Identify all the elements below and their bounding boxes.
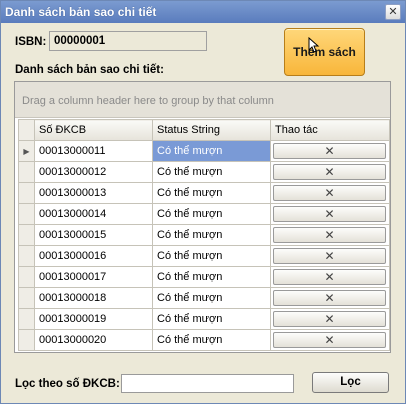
row-indicator[interactable]: ▶	[18, 140, 35, 162]
copies-table: Số ĐKCB Status String Thao tác ▶ 00013000…	[18, 119, 390, 351]
cell-action: ✕	[270, 245, 390, 267]
cell-status[interactable]: Có thể mượn	[152, 329, 271, 351]
row-indicator[interactable]	[18, 224, 35, 246]
row-indicator[interactable]	[18, 203, 35, 225]
window-title: Danh sách bản sao chi tiết	[5, 5, 157, 19]
cell-code[interactable]: 00013000012	[34, 161, 153, 183]
cell-status[interactable]: Có thể mượn	[152, 203, 271, 225]
cell-status[interactable]: Có thể mượn	[152, 308, 271, 330]
column-header-action[interactable]: Thao tác	[270, 119, 390, 141]
table-row[interactable]: 00013000020 Có thể mượn ✕	[18, 329, 390, 351]
delete-copy-button[interactable]: ✕	[273, 143, 386, 159]
cell-code[interactable]: 00013000017	[34, 266, 153, 288]
column-header-code[interactable]: Số ĐKCB	[34, 119, 153, 141]
delete-copy-button[interactable]: ✕	[273, 311, 386, 327]
table-row[interactable]: 00013000013 Có thể mượn ✕	[18, 182, 390, 204]
column-header-status[interactable]: Status String	[152, 119, 271, 141]
cell-code[interactable]: 00013000011	[34, 140, 153, 162]
cell-status[interactable]: Có thể mượn	[152, 140, 271, 162]
isbn-label: ISBN:	[15, 36, 47, 48]
table-row[interactable]: 00013000016 Có thể mượn ✕	[18, 245, 390, 267]
isbn-field: 00000001	[49, 31, 207, 51]
close-button[interactable]: ✕	[385, 4, 401, 20]
cell-status[interactable]: Có thể mượn	[152, 224, 271, 246]
cell-status[interactable]: Có thể mượn	[152, 245, 271, 267]
cell-status[interactable]: Có thể mượn	[152, 161, 271, 183]
cell-code[interactable]: 00013000020	[34, 329, 153, 351]
cell-code[interactable]: 00013000014	[34, 203, 153, 225]
row-indicator[interactable]	[18, 182, 35, 204]
cell-code[interactable]: 00013000019	[34, 308, 153, 330]
dialog-window: Danh sách bản sao chi tiết ✕ ISBN: 00000…	[0, 0, 406, 404]
delete-copy-button[interactable]: ✕	[273, 290, 386, 306]
cell-action: ✕	[270, 140, 390, 162]
table-row[interactable]: 00013000014 Có thể mượn ✕	[18, 203, 390, 225]
cell-action: ✕	[270, 308, 390, 330]
row-indicator[interactable]	[18, 161, 35, 183]
table-row[interactable]: 00013000019 Có thể mượn ✕	[18, 308, 390, 330]
delete-copy-button[interactable]: ✕	[273, 185, 386, 201]
copies-list-label: Danh sách bản sao chi tiết:	[15, 64, 164, 76]
copies-grid: Drag a column header here to group by th…	[14, 81, 391, 353]
cell-action: ✕	[270, 203, 390, 225]
filter-input[interactable]	[121, 374, 294, 393]
cell-action: ✕	[270, 287, 390, 309]
row-indicator-header	[18, 119, 35, 141]
filter-button[interactable]: Lọc	[312, 372, 389, 393]
delete-copy-button[interactable]: ✕	[273, 206, 386, 222]
title-bar[interactable]: Danh sách bản sao chi tiết ✕	[1, 1, 405, 23]
cell-action: ✕	[270, 329, 390, 351]
row-indicator[interactable]	[18, 308, 35, 330]
cell-action: ✕	[270, 161, 390, 183]
cell-code[interactable]: 00013000018	[34, 287, 153, 309]
cell-status[interactable]: Có thể mượn	[152, 266, 271, 288]
cell-code[interactable]: 00013000016	[34, 245, 153, 267]
row-indicator[interactable]	[18, 329, 35, 351]
cell-action: ✕	[270, 182, 390, 204]
table-row[interactable]: 00013000012 Có thể mượn ✕	[18, 161, 390, 183]
filter-label: Lọc theo số ĐKCB:	[15, 378, 120, 390]
group-by-panel[interactable]: Drag a column header here to group by th…	[15, 82, 390, 118]
delete-copy-button[interactable]: ✕	[273, 248, 386, 264]
delete-copy-button[interactable]: ✕	[273, 332, 386, 348]
table-row[interactable]: 00013000015 Có thể mượn ✕	[18, 224, 390, 246]
row-indicator[interactable]	[18, 266, 35, 288]
group-by-hint: Drag a column header here to group by th…	[22, 95, 274, 107]
delete-copy-button[interactable]: ✕	[273, 164, 386, 180]
table-row[interactable]: 00013000017 Có thể mượn ✕	[18, 266, 390, 288]
delete-copy-button[interactable]: ✕	[273, 269, 386, 285]
cell-action: ✕	[270, 224, 390, 246]
current-row-arrow-icon: ▶	[23, 147, 30, 156]
row-indicator[interactable]	[18, 287, 35, 309]
cell-code[interactable]: 00013000015	[34, 224, 153, 246]
table-header-row: Số ĐKCB Status String Thao tác	[18, 119, 390, 141]
row-indicator[interactable]	[18, 245, 35, 267]
cell-status[interactable]: Có thể mượn	[152, 182, 271, 204]
cell-action: ✕	[270, 266, 390, 288]
add-book-button[interactable]: Thêm sách	[284, 28, 365, 76]
cell-code[interactable]: 00013000013	[34, 182, 153, 204]
table-row[interactable]: 00013000018 Có thể mượn ✕	[18, 287, 390, 309]
table-row[interactable]: ▶ 00013000011 Có thể mượn ✕	[18, 140, 390, 162]
delete-copy-button[interactable]: ✕	[273, 227, 386, 243]
cell-status[interactable]: Có thể mượn	[152, 287, 271, 309]
